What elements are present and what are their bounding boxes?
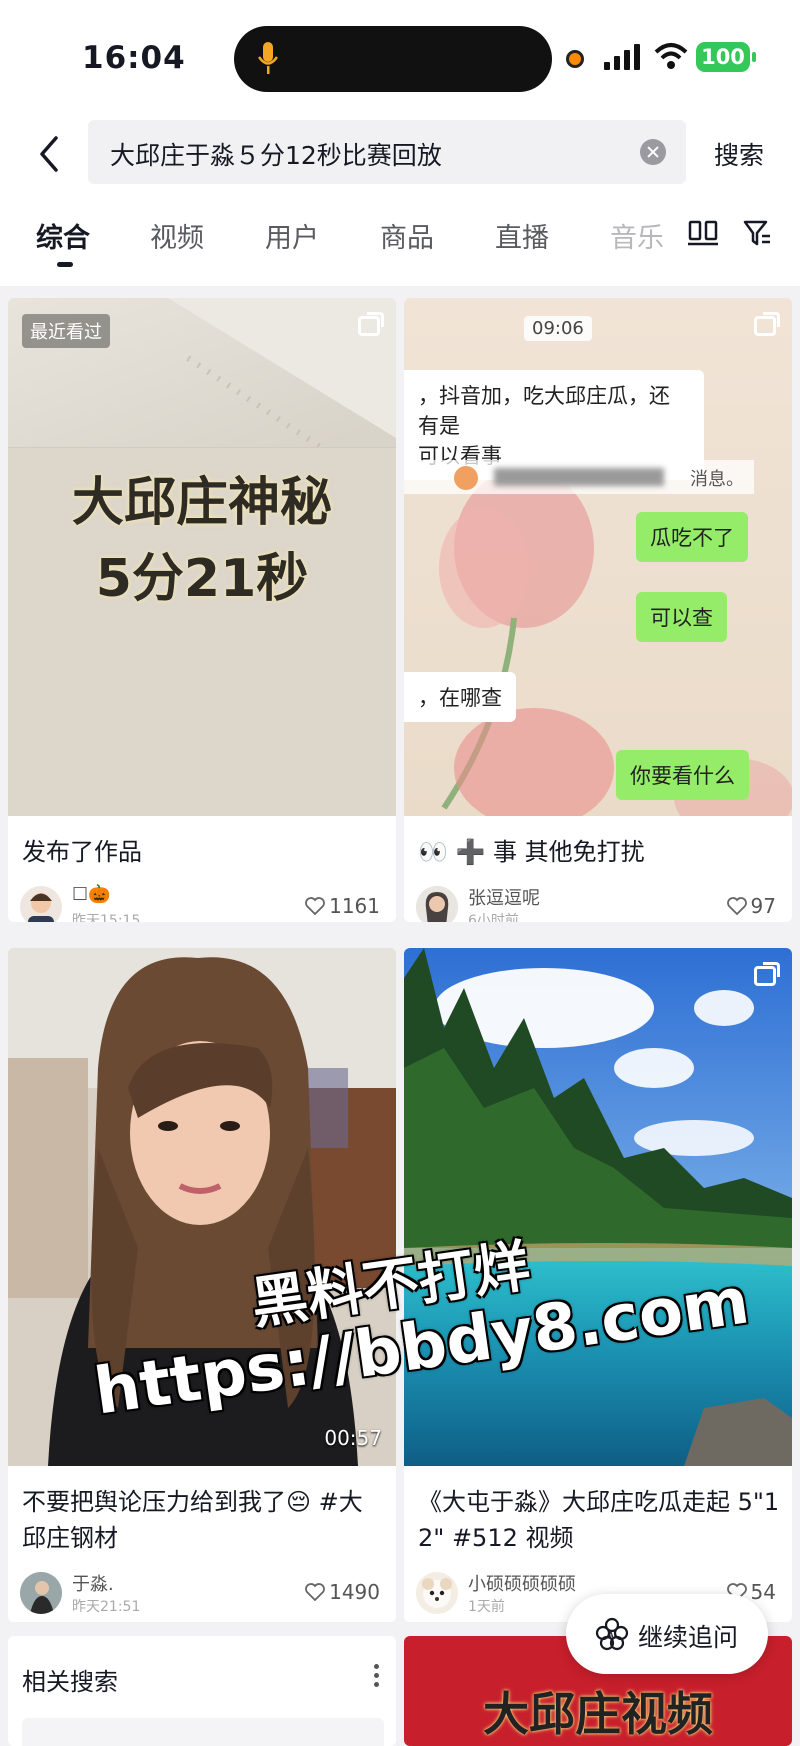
lake-forest-image	[404, 948, 792, 1466]
chat-bubble-right: 瓜吃不了	[636, 512, 748, 562]
thumbnail-overlay-text: 大邱庄神秘	[71, 473, 332, 533]
avatar[interactable]	[20, 1572, 62, 1614]
avatar-image	[28, 893, 54, 922]
post-time: 昨天15:15	[72, 913, 141, 922]
signal-icon	[604, 44, 640, 70]
search-header: 大邱庄于淼５分12秒比赛回放 搜索	[0, 110, 800, 196]
search-button[interactable]: 搜索	[714, 136, 764, 172]
author-name[interactable]: 小硕硕硕硕硕	[468, 1570, 576, 1596]
card-title-line: 邱庄钢材	[22, 1524, 118, 1552]
status-time: 16:04	[82, 40, 186, 76]
tab-users[interactable]: 用户	[265, 216, 319, 255]
video-thumbnail[interactable]: 最近看过 大邱庄神秘 5分21秒	[8, 298, 396, 816]
more-options-icon[interactable]	[374, 1664, 380, 1688]
heart-icon	[726, 897, 747, 915]
avatar-image	[416, 886, 458, 922]
result-card[interactable]: 最近看过 大邱庄神秘 5分21秒 发布了作品 ☐🎃 昨天15:15 1161	[8, 298, 396, 922]
related-search-item[interactable]	[22, 1718, 384, 1746]
clear-search-icon[interactable]	[640, 139, 666, 165]
card-title: 👀 ➕ 事 其他免打扰	[418, 838, 645, 866]
author-emoji-name: ☐🎃	[72, 884, 111, 905]
related-searches-card: 相关搜索	[8, 1636, 396, 1746]
multi-image-icon	[358, 312, 384, 336]
microphone-icon	[258, 42, 278, 74]
post-time: 6小时前	[468, 913, 519, 922]
avatar[interactable]	[20, 886, 62, 922]
card-title-line: 《大屯于淼》大邱庄吃瓜走起 5"1	[418, 1488, 780, 1516]
blurred-system-message: 消息。	[404, 460, 754, 494]
ai-flower-icon: AI	[595, 1617, 629, 1651]
multi-image-icon	[754, 962, 780, 986]
video-duration: 00:57	[324, 1426, 382, 1450]
thumbnail-overlay-text: 5分21秒	[95, 549, 309, 609]
avatar-image	[416, 1572, 458, 1614]
chat-screenshot-thumbnail[interactable]: 09:06 ，抖音加，吃大邱庄瓜，还有是 可以看事 消息。 瓜吃不了 可以查 ，在…	[404, 298, 792, 816]
author-name[interactable]: 于淼.	[72, 1570, 114, 1596]
post-time: 昨天21:51	[72, 1599, 141, 1615]
layout-toggle-icon[interactable]	[688, 220, 718, 246]
post-time: 1天前	[468, 1599, 505, 1615]
result-card[interactable]: 09:06 ，抖音加，吃大邱庄瓜，还有是 可以看事 消息。 瓜吃不了 可以查 ，在…	[404, 298, 792, 922]
tab-products[interactable]: 商品	[380, 216, 434, 255]
like-count[interactable]: 1161	[305, 894, 380, 918]
search-query-text: 大邱庄于淼５分12秒比赛回放	[110, 141, 442, 170]
recording-dot-icon	[566, 50, 584, 68]
back-arrow-icon[interactable]	[32, 132, 72, 176]
multi-image-icon	[754, 312, 780, 336]
related-searches-title: 相关搜索	[22, 1668, 118, 1696]
card-title-line: 不要把舆论压力给到我了😔 #大	[22, 1488, 363, 1516]
tab-live[interactable]: 直播	[495, 216, 549, 255]
battery-indicator: 100	[696, 42, 756, 72]
search-input[interactable]: 大邱庄于淼５分12秒比赛回放	[88, 120, 686, 184]
heart-icon	[305, 897, 325, 915]
thumbnail-overlay-text: 大邱庄视频	[483, 1687, 713, 1741]
continue-ask-label: 继续追问	[638, 1623, 739, 1652]
continue-ask-button[interactable]: AI 继续追问	[566, 1594, 768, 1674]
active-tab-indicator	[57, 262, 73, 267]
landscape-thumbnail[interactable]	[404, 948, 792, 1466]
svg-text:AI: AI	[608, 1631, 616, 1640]
avatar[interactable]	[416, 1572, 458, 1614]
wifi-icon	[654, 43, 688, 69]
like-count[interactable]: 1490	[305, 1580, 380, 1604]
card-title: 发布了作品	[22, 838, 142, 866]
recently-viewed-badge: 最近看过	[22, 314, 110, 348]
like-count[interactable]: 97	[726, 894, 776, 918]
status-bar: 16:04 100	[0, 0, 800, 110]
tab-video[interactable]: 视频	[150, 216, 204, 255]
avatar[interactable]	[416, 886, 458, 922]
dynamic-island	[234, 26, 552, 92]
card-title-line: 2" #512 视频	[418, 1524, 574, 1552]
chat-timestamp: 09:06	[524, 316, 592, 341]
tab-comprehensive[interactable]: 综合	[36, 216, 90, 255]
filter-tabs: 综合 视频 用户 商品 直播 音乐	[0, 196, 800, 286]
avatar-image	[20, 1572, 62, 1614]
filter-icon[interactable]	[742, 218, 772, 248]
tab-music[interactable]: 音乐	[610, 216, 664, 255]
author-name[interactable]: 张逗逗呢	[468, 884, 540, 910]
chat-bubble-right: 可以查	[636, 592, 727, 642]
chat-bubble-right: 你要看什么	[616, 750, 749, 800]
chat-bubble-left: ，在哪查	[404, 672, 516, 722]
heart-icon	[305, 1583, 325, 1601]
